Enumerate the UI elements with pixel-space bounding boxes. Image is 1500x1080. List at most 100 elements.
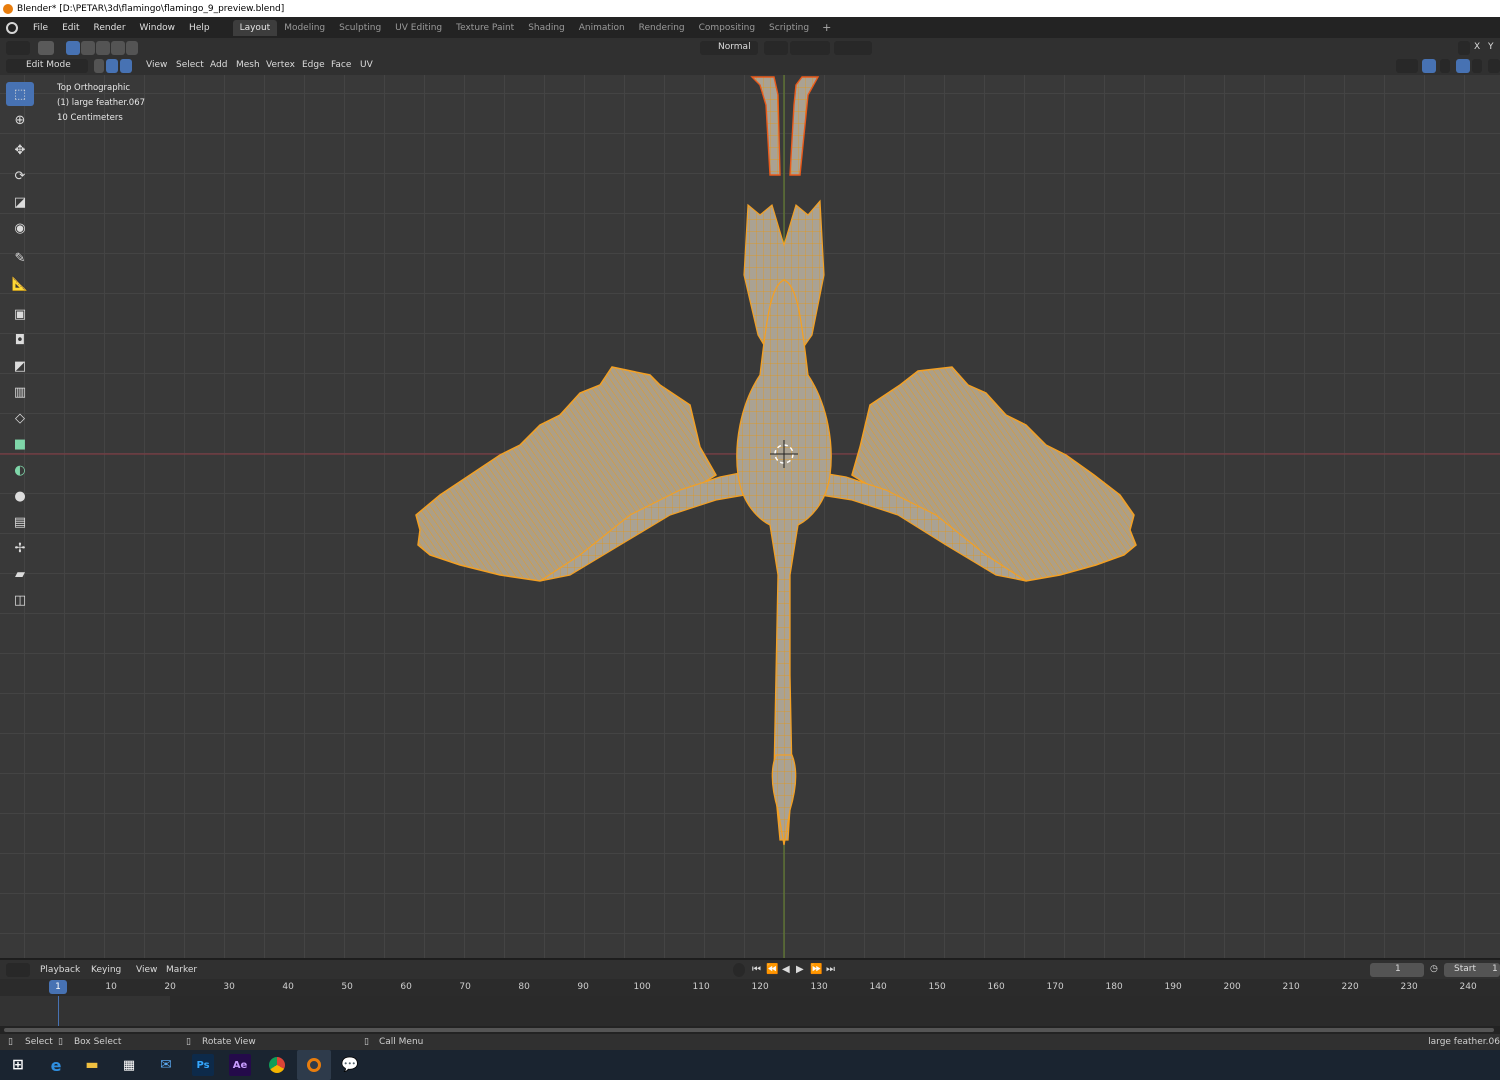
mirror-icon[interactable] [1458, 41, 1470, 55]
select-mode-subtract-icon[interactable] [96, 41, 110, 55]
timeline-scrollbar[interactable] [0, 1026, 1500, 1034]
rotate-icon[interactable]: ⟳ [6, 164, 34, 188]
3d-viewport[interactable]: Top Orthographic (1) large feather.067 1… [0, 75, 1500, 958]
vertex-select-icon[interactable] [94, 59, 104, 73]
tab-shading[interactable]: Shading [521, 20, 572, 36]
overlay-dropdown-icon[interactable] [1472, 59, 1482, 73]
select-mode-intersect-icon[interactable] [126, 41, 138, 55]
select-tool-icon[interactable] [38, 41, 54, 55]
blender-taskbar-icon[interactable] [297, 1050, 331, 1080]
shrink-fatten-icon[interactable]: ✢ [6, 536, 34, 560]
rip-icon[interactable]: ◫ [6, 588, 34, 612]
chat-icon[interactable]: 💬 [339, 1054, 361, 1076]
left-wing[interactable] [415, 366, 746, 582]
tab-animation[interactable]: Animation [572, 20, 632, 36]
menu-edit[interactable]: Edit [55, 23, 86, 33]
poly-build-icon[interactable]: ■ [6, 432, 34, 456]
store-icon[interactable]: ▦ [118, 1054, 140, 1076]
tab-sculpting[interactable]: Sculpting [332, 20, 388, 36]
file-explorer-icon[interactable]: ▬ [81, 1054, 103, 1076]
face-select-icon[interactable] [120, 59, 132, 73]
pivot-point-icon[interactable] [764, 41, 788, 55]
right-wing[interactable] [819, 366, 1137, 582]
tab-layout[interactable]: Layout [232, 19, 278, 36]
timeline-editor-type-icon[interactable] [6, 963, 30, 977]
windows-start-icon[interactable]: ⊞ [7, 1054, 29, 1076]
menu-file[interactable]: File [26, 23, 55, 33]
record-icon[interactable] [733, 963, 745, 977]
photoshop-icon[interactable]: Ps [192, 1054, 214, 1076]
left-leg[interactable] [750, 76, 781, 176]
edge-select-icon[interactable] [106, 59, 118, 73]
after-effects-icon[interactable]: Ae [229, 1054, 251, 1076]
shear-icon[interactable]: ▰ [6, 562, 34, 586]
edge-icon[interactable]: e [45, 1054, 67, 1076]
current-frame-field[interactable]: 1 [1370, 963, 1424, 977]
menu-render[interactable]: Render [87, 23, 133, 33]
tab-scripting[interactable]: Scripting [762, 20, 816, 36]
tab-compositing[interactable]: Compositing [692, 20, 762, 36]
measure-icon[interactable]: 📐 [6, 272, 34, 296]
head[interactable] [771, 754, 797, 846]
play-icon[interactable]: ▶ [796, 964, 804, 975]
menu-window[interactable]: Window [133, 23, 183, 33]
next-keyframe-icon[interactable]: ⏩ [810, 964, 822, 975]
menu-face[interactable]: Face [331, 60, 351, 70]
jump-end-icon[interactable]: ⏭ [826, 964, 835, 975]
menu-edge[interactable]: Edge [302, 60, 325, 70]
start-frame-field[interactable]: Start 1 [1444, 963, 1500, 977]
menu-vertex[interactable]: Vertex [266, 60, 295, 70]
menu-playback[interactable]: Playback [40, 965, 80, 975]
gizmo-icon[interactable] [1422, 59, 1436, 73]
menu-uv[interactable]: UV [360, 60, 373, 70]
tab-texture-paint[interactable]: Texture Paint [449, 20, 521, 36]
clock-icon[interactable]: ◷ [1430, 964, 1438, 974]
play-reverse-icon[interactable]: ◀ [782, 964, 790, 975]
xray-icon[interactable] [1488, 59, 1500, 73]
menu-keying[interactable]: Keying [91, 965, 121, 975]
menu-mesh[interactable]: Mesh [236, 60, 260, 70]
tab-uv-editing[interactable]: UV Editing [388, 20, 449, 36]
menu-view[interactable]: View [146, 60, 167, 70]
blender-menu-icon[interactable] [6, 21, 18, 34]
add-workspace-icon[interactable]: + [816, 21, 837, 34]
tab-modeling[interactable]: Modeling [277, 20, 332, 36]
chrome-icon[interactable] [266, 1054, 288, 1076]
transform-orientation-dropdown[interactable]: Normal [700, 41, 758, 55]
flamingo-mesh[interactable] [0, 75, 1500, 958]
axis-y-toggle[interactable]: Y [1488, 42, 1494, 52]
annotate-icon[interactable]: ✎ [6, 246, 34, 270]
right-leg[interactable] [789, 76, 820, 176]
knife-icon[interactable]: ◇ [6, 406, 34, 430]
gizmo-dropdown-icon[interactable] [1440, 59, 1450, 73]
mode-dropdown[interactable]: Edit Mode [6, 59, 88, 73]
prev-keyframe-icon[interactable]: ⏪ [766, 964, 778, 975]
menu-marker[interactable]: Marker [166, 965, 197, 975]
loop-cut-icon[interactable]: ▥ [6, 380, 34, 404]
select-mode-new-icon[interactable] [66, 41, 80, 55]
timeline-ruler[interactable]: 1 10 20 30 40 50 60 70 80 90 100 110 120 130 140 150 160… [0, 979, 1500, 996]
proportional-editing-icon[interactable] [834, 41, 872, 55]
axis-x-toggle[interactable]: X [1474, 42, 1480, 52]
bevel-icon[interactable]: ◩ [6, 354, 34, 378]
tab-rendering[interactable]: Rendering [632, 20, 692, 36]
timeline-body[interactable] [0, 996, 1500, 1026]
smooth-icon[interactable]: ● [6, 484, 34, 508]
select-box-icon[interactable]: ⬚ [6, 82, 34, 106]
inset-icon[interactable]: ◘ [6, 328, 34, 352]
extrude-icon[interactable]: ▣ [6, 302, 34, 326]
jump-start-icon[interactable]: ⏮ [752, 964, 761, 975]
visibility-icon[interactable] [1396, 59, 1418, 73]
menu-timeline-view[interactable]: View [136, 965, 157, 975]
overlay-icon[interactable] [1456, 59, 1470, 73]
cursor-icon[interactable]: ⊕ [6, 108, 34, 132]
menu-help[interactable]: Help [182, 23, 217, 33]
select-mode-invert-icon[interactable] [111, 41, 125, 55]
snap-icon[interactable] [790, 41, 830, 55]
spin-icon[interactable]: ◐ [6, 458, 34, 482]
edge-slide-icon[interactable]: ▤ [6, 510, 34, 534]
menu-add[interactable]: Add [210, 60, 227, 70]
move-icon[interactable]: ✥ [6, 138, 34, 162]
scale-icon[interactable]: ◪ [6, 190, 34, 214]
select-mode-extend-icon[interactable] [81, 41, 95, 55]
